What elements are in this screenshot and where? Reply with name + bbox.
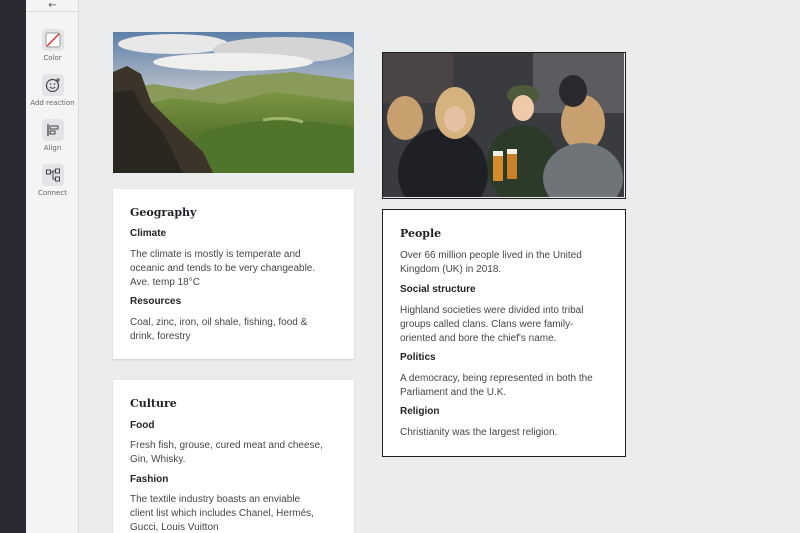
toolbar-align-button[interactable]: Align [26,119,79,152]
color-swatch-icon [41,29,64,51]
religion-heading: Religion [400,406,440,417]
toolbar-color-button[interactable]: Color [26,29,79,62]
climate-text: The climate is mostly is temperate and o… [130,249,316,288]
food-text: Fresh fish, grouse, cured meat and chees… [130,440,323,465]
toolbar-add-reaction-button[interactable]: Add reaction [26,74,79,107]
toolbar-color-label: Color [43,54,62,62]
align-icon [41,119,64,141]
back-arrow-icon[interactable]: ← [26,0,79,12]
climate-heading: Climate [130,228,167,239]
culture-title: Culture [130,397,177,410]
window-edge [0,0,26,533]
people-image [383,53,624,198]
people-photo[interactable] [382,52,626,199]
landscape-photo[interactable] [113,32,354,173]
toolbar-connect-button[interactable]: Connect [26,164,79,197]
landscape-image [113,32,354,173]
politics-text: A democracy, being represented in both t… [400,373,593,398]
fashion-heading: Fashion [130,474,169,485]
people-card[interactable]: People Over 66 million people lived in t… [382,209,626,457]
food-heading: Food [130,420,155,431]
toolbar-align-label: Align [43,144,62,152]
resources-text: Coal, zinc, iron, oil shale, fishing, fo… [130,317,308,342]
connect-icon [41,164,64,186]
fashion-text: The textile industry boasts an enviable … [130,494,314,533]
toolbar-connect-label: Connect [38,189,67,197]
resources-heading: Resources [130,296,182,307]
add-reaction-icon [41,74,64,96]
religion-text: Christianity was the largest religion. [400,427,558,438]
toolbar-add-reaction-label: Add reaction [30,99,75,107]
geography-title: Geography [130,206,197,219]
culture-card[interactable]: Culture Food Fresh fish, grouse, cured m… [113,380,354,533]
people-title: People [400,227,442,240]
social-structure-heading: Social structure [400,284,476,295]
side-toolbar: ← Color Add reaction Align Connect [26,0,79,533]
people-intro-text: Over 66 million people lived in the Unit… [400,250,582,275]
geography-card[interactable]: Geography Climate The climate is mostly … [113,189,354,359]
resize-handle-icon[interactable] [616,447,622,456]
social-structure-text: Highland societies were divided into tri… [400,305,584,344]
politics-heading: Politics [400,352,436,363]
